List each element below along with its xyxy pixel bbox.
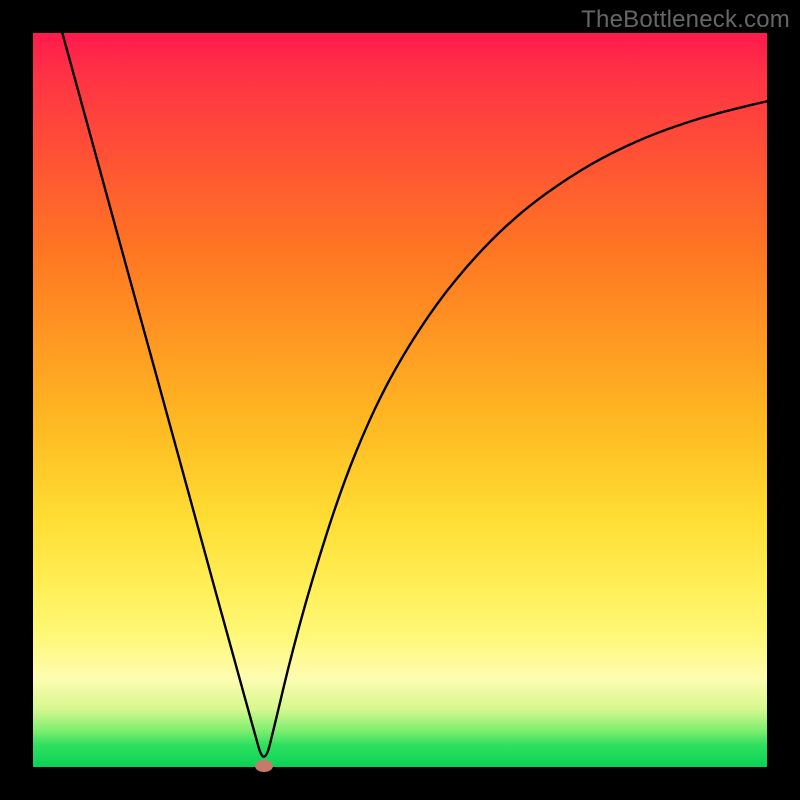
bottleneck-curve-svg — [33, 33, 767, 767]
watermark-text: TheBottleneck.com — [581, 6, 790, 34]
bottleneck-curve — [62, 33, 767, 757]
optimal-point-marker — [255, 760, 273, 772]
chart-frame — [33, 33, 767, 767]
